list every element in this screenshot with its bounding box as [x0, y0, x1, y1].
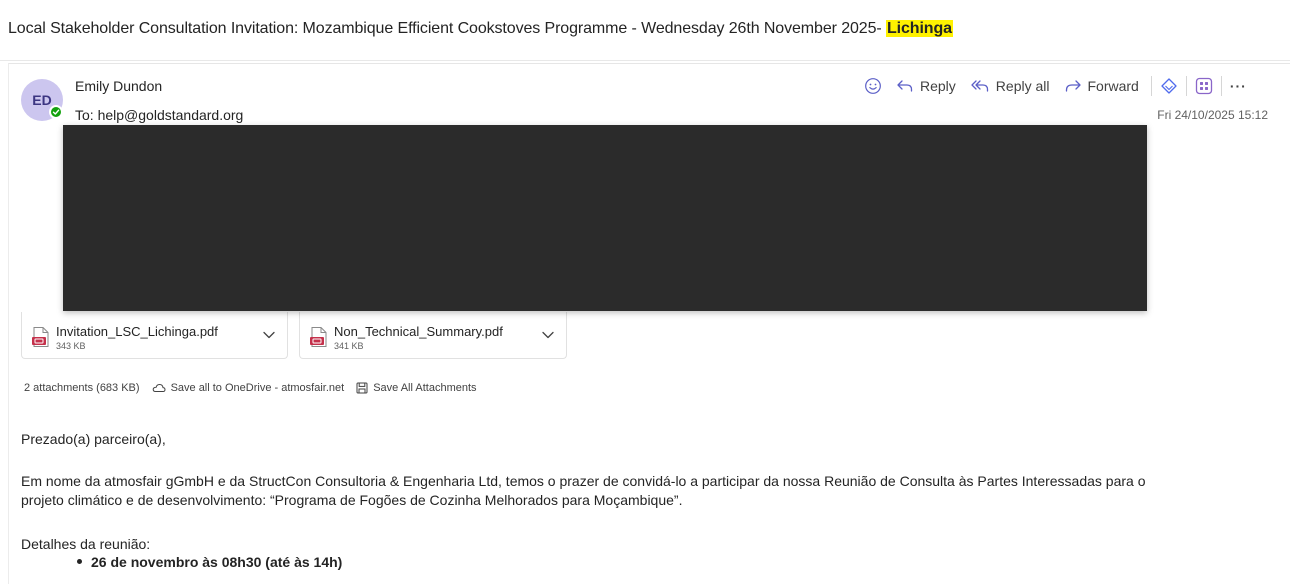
chevron-down-icon [542, 331, 554, 339]
email-subject: Local Stakeholder Consultation Invitatio… [8, 20, 953, 38]
subject-bar: Local Stakeholder Consultation Invitatio… [0, 0, 1290, 61]
attachment-actions: 2 attachments (683 KB) Save all to OneDr… [24, 382, 489, 394]
emoji-reaction-button[interactable] [864, 77, 882, 95]
reply-all-label: Reply all [995, 78, 1050, 94]
reply-all-button[interactable]: Reply all [970, 78, 1050, 94]
attachment-card[interactable]: Invitation_LSC_Lichinga.pdf 343 KB [21, 312, 288, 359]
details-list-item: 26 de novembro às 08h30 (até às 14h) [91, 554, 343, 570]
attachment-size: 341 KB [334, 341, 364, 351]
forward-button[interactable]: Forward [1064, 78, 1139, 94]
body-paragraph-line: Em nome da atmosfair gGmbH e da StructCo… [21, 473, 1146, 489]
presence-available-icon [49, 105, 63, 119]
smiley-icon [865, 78, 881, 94]
attachment-name: Non_Technical_Summary.pdf [334, 324, 503, 339]
attachment-card[interactable]: Non_Technical_Summary.pdf 341 KB [299, 312, 567, 359]
attachment-count: 2 attachments (683 KB) [24, 382, 140, 394]
details-heading: Detalhes da reunião: [21, 536, 151, 552]
bullet-icon [77, 558, 82, 564]
body-paragraph-line: projeto climático e de desenvolvimento: … [21, 492, 683, 508]
forward-icon [1065, 80, 1081, 92]
subject-text: Local Stakeholder Consultation Invitatio… [8, 20, 886, 37]
save-to-onedrive-label: Save all to OneDrive - atmosfair.net [170, 382, 345, 394]
toolbar-divider [1220, 76, 1222, 96]
reply-icon [897, 80, 913, 92]
forward-label: Forward [1087, 78, 1139, 94]
more-actions-button[interactable]: ··· [1230, 78, 1247, 94]
to-label: To: [75, 107, 94, 123]
recipient-line: To: help@goldstandard.org [75, 107, 243, 123]
recipient-address[interactable]: help@goldstandard.org [98, 107, 244, 123]
sent-datetime: Fri 24/10/2025 15:12 [1157, 108, 1268, 122]
attachment-size: 343 KB [56, 341, 86, 351]
pdf-file-icon [32, 327, 49, 347]
apps-grid-icon [1195, 77, 1213, 95]
cloud-icon [152, 383, 166, 392]
save-all-attachments-button[interactable]: Save All Attachments [356, 382, 477, 394]
save-icon [356, 382, 368, 394]
more-icon: ··· [1229, 78, 1247, 94]
pdf-file-icon [310, 327, 327, 347]
redacted-content [63, 125, 1147, 311]
subject-highlight: Lichinga [885, 20, 953, 37]
toolbar-divider [1150, 76, 1152, 96]
attachment-name: Invitation_LSC_Lichinga.pdf [56, 324, 218, 339]
sender-name[interactable]: Emily Dundon [75, 78, 162, 94]
greeting: Prezado(a) parceiro(a), [21, 431, 166, 447]
save-to-onedrive-button[interactable]: Save all to OneDrive - atmosfair.net [152, 382, 345, 394]
save-all-label: Save All Attachments [373, 382, 477, 394]
toolbar-divider [1185, 76, 1187, 96]
apps-addin-button[interactable] [1160, 77, 1178, 95]
reply-all-icon [971, 80, 988, 92]
details-list: 26 de novembro às 08h30 (até às 14h) [77, 554, 342, 570]
apps-button[interactable] [1195, 77, 1213, 95]
reply-label: Reply [920, 78, 956, 94]
chevron-down-icon [263, 331, 275, 339]
reply-button[interactable]: Reply [896, 78, 956, 94]
message-actions: Reply Reply all Forward ··· [864, 74, 1247, 98]
avatar-initials: ED [32, 92, 52, 108]
diamond-icon [1161, 78, 1177, 94]
